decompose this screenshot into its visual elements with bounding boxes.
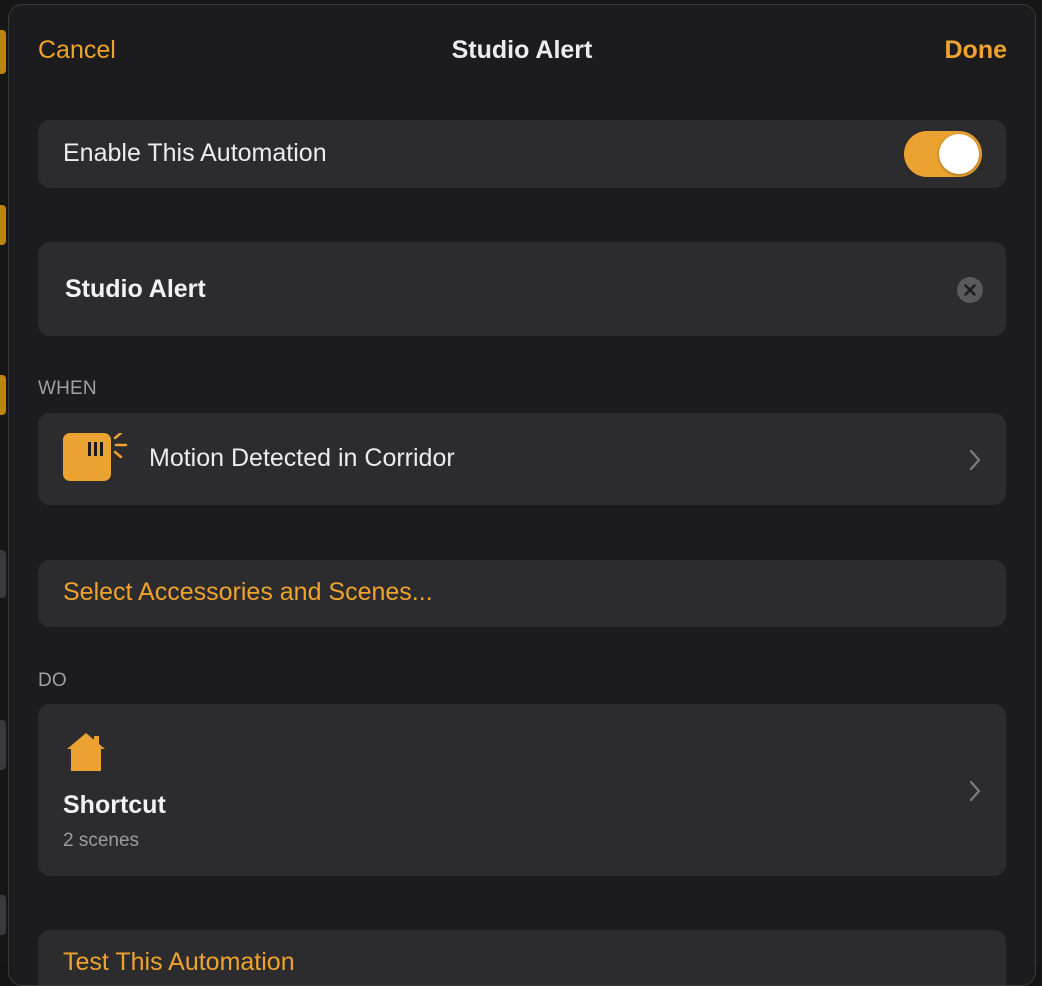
chevron-right-icon	[969, 780, 981, 802]
select-accessories-link[interactable]: Select Accessories and Scenes...	[63, 578, 433, 607]
test-automation-row[interactable]: Test This Automation	[38, 930, 1006, 985]
motion-sensor-icon	[63, 433, 128, 481]
home-icon	[67, 733, 105, 771]
when-section-header: WHEN	[38, 378, 97, 399]
background-edge-marker	[0, 205, 6, 245]
do-section-header: DO	[38, 670, 67, 691]
done-button[interactable]: Done	[945, 35, 1008, 65]
trigger-row[interactable]: Motion Detected in Corridor	[38, 413, 1006, 505]
page-title: Studio Alert	[451, 36, 593, 64]
background-edge-marker	[0, 550, 6, 598]
chevron-right-icon	[969, 449, 981, 471]
toggle-knob	[939, 134, 979, 174]
action-row[interactable]: Shortcut 2 scenes	[38, 704, 1006, 876]
action-subtitle: 2 scenes	[63, 830, 140, 851]
background-edge-marker	[0, 375, 6, 415]
trigger-label: Motion Detected in Corridor	[149, 444, 455, 472]
test-automation-link[interactable]: Test This Automation	[63, 948, 295, 977]
enable-automation-label: Enable This Automation	[63, 139, 327, 167]
clear-circle-icon[interactable]	[957, 277, 983, 303]
select-accessories-row[interactable]: Select Accessories and Scenes...	[38, 560, 1006, 627]
background-edge-marker	[0, 30, 6, 74]
automation-sheet: Cancel Studio Alert Done Enable This Aut…	[8, 4, 1036, 986]
automation-name-row	[38, 242, 1006, 336]
automation-name-field[interactable]	[65, 271, 925, 307]
enable-automation-toggle[interactable]	[904, 131, 982, 177]
background-edge-marker	[0, 720, 6, 770]
action-title: Shortcut	[63, 791, 166, 819]
enable-automation-row: Enable This Automation	[38, 120, 1006, 188]
background-edge-marker	[0, 895, 6, 935]
